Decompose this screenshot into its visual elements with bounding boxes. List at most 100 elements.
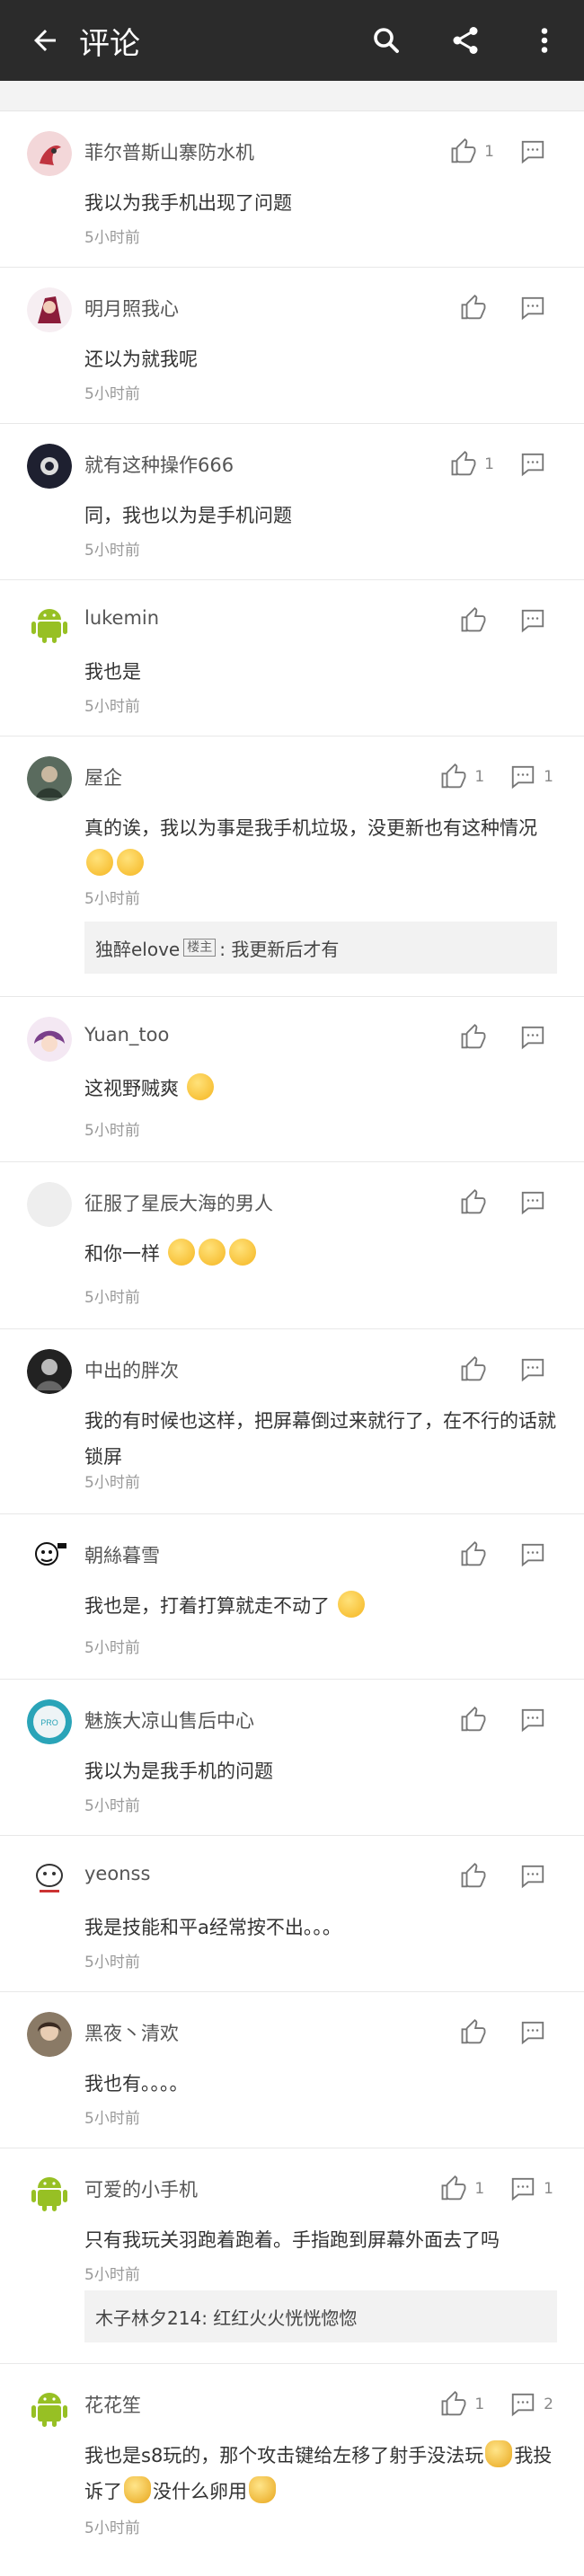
- comment-text-body: 这视野贼爽: [84, 1078, 179, 1099]
- username[interactable]: 花花笙: [84, 2391, 141, 2418]
- reply-button[interactable]: [519, 607, 553, 634]
- avatar[interactable]: [27, 756, 72, 801]
- like-button[interactable]: [460, 1707, 494, 1734]
- reply-button[interactable]: [519, 2019, 553, 2046]
- share-button[interactable]: [426, 0, 505, 81]
- comment-text: 还以为就我呢: [84, 348, 198, 370]
- username[interactable]: 征服了星辰大海的男人: [84, 1189, 273, 1216]
- reply-count: 1: [544, 2180, 553, 2198]
- reply-button[interactable]: 1: [509, 2175, 553, 2202]
- back-button[interactable]: [0, 0, 90, 81]
- avatar[interactable]: [27, 1856, 72, 1901]
- search-button[interactable]: [347, 0, 426, 81]
- svg-text:PRO: PRO: [40, 1718, 58, 1727]
- username[interactable]: 就有这种操作666: [84, 451, 234, 478]
- thumbs-up-icon: [461, 1024, 486, 1049]
- timestamp: 5小时前: [84, 2519, 140, 2537]
- thumbs-up-icon: [461, 1541, 486, 1566]
- avatar[interactable]: [27, 2168, 72, 2213]
- comment-text-part: 我也是s8玩的，那个攻击键给左移了射手没法玩: [84, 2445, 484, 2466]
- reply-button[interactable]: 2: [509, 2391, 553, 2418]
- search-icon: [374, 28, 399, 53]
- username[interactable]: 菲尔普斯山寨防水机: [84, 138, 254, 165]
- username[interactable]: 可爱的小手机: [84, 2175, 198, 2202]
- thumbs-up-icon: [461, 1863, 486, 1888]
- comment-item: 菲尔普斯山寨防水机 1 我以为我手机出现了问题 5小时前: [0, 111, 584, 268]
- timestamp: 5小时前: [84, 1639, 140, 1657]
- reply-button[interactable]: 1: [509, 763, 553, 790]
- comment-text: 我是技能和平a经常按不出。。。: [84, 1917, 341, 1938]
- reply-count: 2: [544, 2395, 553, 2413]
- comment-item: 黑夜丶清欢 我也有。。。。 5小时前: [0, 1992, 584, 2148]
- like-button[interactable]: 1: [450, 138, 494, 165]
- reply-button[interactable]: [519, 1189, 553, 1216]
- username[interactable]: Yuan_too: [84, 1024, 169, 1045]
- reply-button[interactable]: [519, 451, 553, 478]
- like-button[interactable]: [460, 607, 494, 634]
- avatar[interactable]: [27, 1017, 72, 1062]
- reply-button[interactable]: [519, 138, 553, 165]
- comment-item: lukemin 我也是 5小时前: [0, 580, 584, 737]
- avatar[interactable]: [27, 2012, 72, 2057]
- avatar[interactable]: PRO: [27, 1699, 72, 1744]
- sub-reply-text: : 红红火火恍恍惚惚: [201, 2307, 358, 2329]
- timestamp: 5小时前: [84, 2110, 140, 2128]
- like-button[interactable]: [460, 2019, 494, 2046]
- username[interactable]: 黑夜丶清欢: [84, 2019, 179, 2046]
- username[interactable]: 屋企: [84, 763, 122, 790]
- like-button[interactable]: 1: [450, 451, 494, 478]
- comment-bubble-icon: [521, 1865, 544, 1889]
- back-arrow-icon: [34, 30, 56, 51]
- username[interactable]: lukemin: [84, 607, 159, 629]
- comment-text-body: 我也是，打着打算就走不动了: [84, 1595, 330, 1617]
- avatar[interactable]: [27, 1534, 72, 1579]
- avatar[interactable]: [27, 444, 72, 489]
- like-count: 1: [474, 2395, 485, 2413]
- reply-button[interactable]: [519, 295, 553, 322]
- username[interactable]: 明月照我心: [84, 295, 179, 322]
- comment-item: 明月照我心 还以为就我呢 5小时前: [0, 268, 584, 424]
- like-count: 1: [484, 455, 494, 473]
- reply-button[interactable]: [519, 1707, 553, 1734]
- avatar[interactable]: [27, 600, 72, 645]
- like-button[interactable]: [460, 1541, 494, 1568]
- like-button[interactable]: 1: [440, 2175, 484, 2202]
- comment-bubble-icon: [521, 140, 544, 164]
- avatar[interactable]: [27, 2384, 72, 2429]
- like-button[interactable]: 1: [440, 2391, 484, 2418]
- sub-reply-user[interactable]: 木子林夕214: [95, 2304, 201, 2330]
- thumbs-up-icon: [461, 1356, 486, 1381]
- username[interactable]: yeonss: [84, 1863, 150, 1884]
- thumbs-up-icon: [451, 451, 476, 476]
- like-button[interactable]: [460, 1863, 494, 1890]
- comment-text: 和你一样: [84, 1236, 557, 1272]
- android-icon: [31, 609, 67, 643]
- sub-reply[interactable]: 独醉elove 楼主 : 我更新后才有: [84, 922, 557, 974]
- like-button[interactable]: [460, 1024, 494, 1051]
- avatar[interactable]: [27, 1349, 72, 1394]
- username[interactable]: 中出的胖次: [84, 1356, 179, 1383]
- sub-reply-user[interactable]: 独醉elove: [95, 935, 180, 961]
- like-button[interactable]: [460, 295, 494, 322]
- comment-bubble-icon: [521, 609, 544, 633]
- comment-bubble-icon: [521, 296, 544, 321]
- reply-button[interactable]: [519, 1356, 553, 1383]
- like-button[interactable]: [460, 1189, 494, 1216]
- reply-button[interactable]: [519, 1541, 553, 1568]
- like-button[interactable]: 1: [440, 763, 484, 790]
- thumbs-up-icon: [461, 1707, 486, 1732]
- username[interactable]: 朝絲暮雪: [84, 1541, 160, 1568]
- reply-button[interactable]: [519, 1024, 553, 1051]
- comment-bubble-icon: [511, 2177, 535, 2201]
- username[interactable]: 魅族大凉山售后中心: [84, 1707, 254, 1734]
- comment-item: 就有这种操作666 1 同，我也以为是手机问题 5小时前: [0, 424, 584, 580]
- sub-reply[interactable]: 木子林夕214 : 红红火火恍恍惚惚: [84, 2290, 557, 2342]
- reply-button[interactable]: [519, 1863, 553, 1890]
- like-button[interactable]: [460, 1356, 494, 1383]
- comment-text: 我的有时候也这样，把屏幕倒过来就行了，在不行的话就锁屏: [84, 1410, 556, 1468]
- avatar[interactable]: [27, 1182, 72, 1227]
- like-count: 1: [484, 143, 494, 161]
- avatar[interactable]: [27, 131, 72, 176]
- more-button[interactable]: [505, 0, 584, 81]
- avatar[interactable]: [27, 287, 72, 332]
